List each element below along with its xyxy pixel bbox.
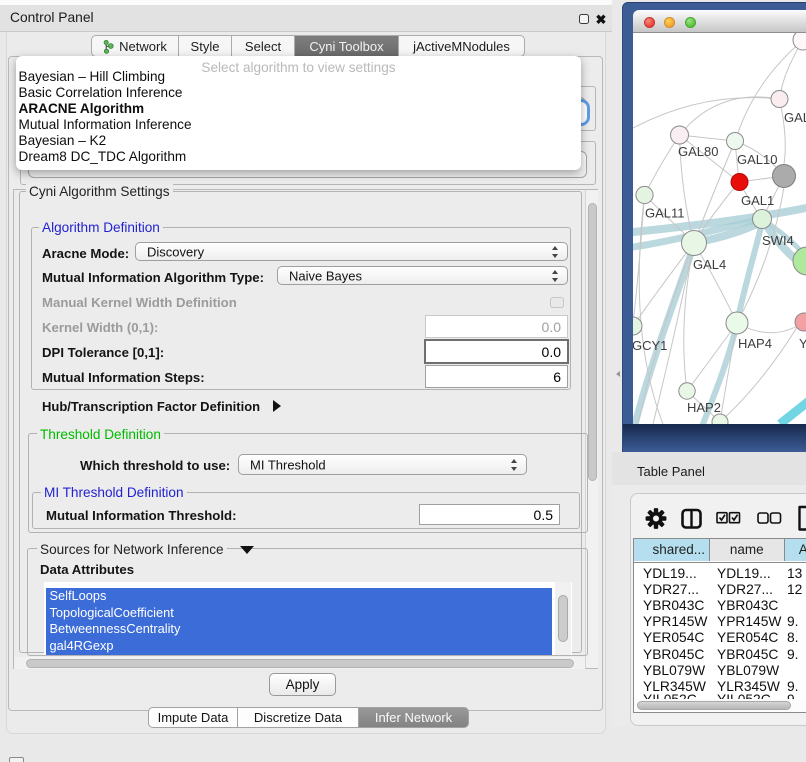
svg-text:HAP2: HAP2 bbox=[687, 400, 721, 415]
svg-text:HAP4: HAP4 bbox=[738, 336, 772, 351]
svg-text:GAL1: GAL1 bbox=[741, 193, 774, 208]
svg-text:GAL: GAL bbox=[784, 110, 806, 125]
svg-text:SWI4: SWI4 bbox=[762, 233, 794, 248]
svg-text:GAL10: GAL10 bbox=[737, 152, 777, 167]
svg-text:GCY1: GCY1 bbox=[633, 338, 667, 353]
svg-text:GAL11: GAL11 bbox=[645, 206, 685, 221]
svg-text:Y: Y bbox=[799, 336, 806, 351]
svg-text:GAL4: GAL4 bbox=[693, 257, 726, 272]
svg-text:GAL80: GAL80 bbox=[678, 144, 718, 159]
